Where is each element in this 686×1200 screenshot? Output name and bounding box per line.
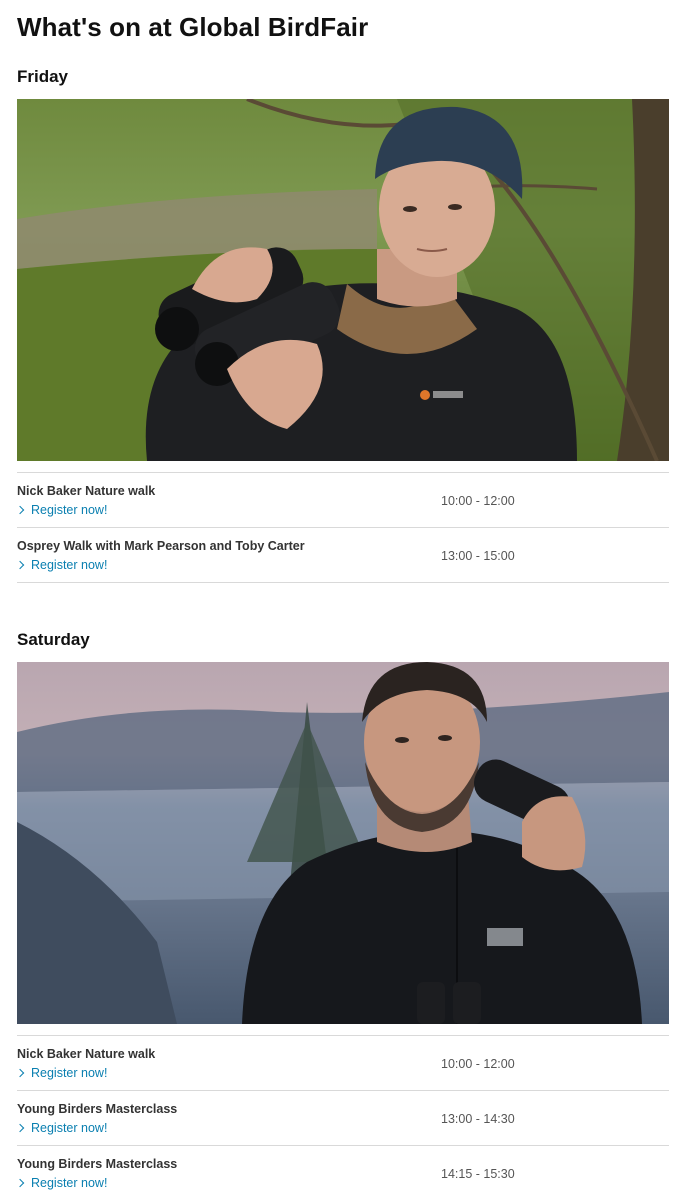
- event-name: Young Birders Masterclass: [17, 1157, 178, 1171]
- day-section-friday: Friday: [17, 66, 669, 88]
- event-time: 13:00 - 14:30: [441, 1112, 515, 1126]
- friday-events-list: Nick Baker Nature walk Register now! 10:…: [15, 472, 669, 583]
- chevron-right-icon: [15, 505, 25, 515]
- saturday-photo: [17, 662, 669, 1024]
- list-item: Young Birders Masterclass Register now! …: [15, 1146, 669, 1200]
- day-title: Saturday: [17, 630, 90, 649]
- chevron-right-icon: [15, 1123, 25, 1133]
- register-link-label: Register now!: [31, 558, 108, 572]
- saturday-photo-illustration: [17, 662, 669, 1024]
- day-title: Friday: [17, 67, 69, 86]
- chevron-right-icon: [15, 1068, 25, 1078]
- list-item: Young Birders Masterclass Register now! …: [15, 1091, 669, 1146]
- event-name: Nick Baker Nature walk: [17, 484, 156, 498]
- register-link-label: Register now!: [31, 503, 108, 517]
- chevron-right-icon: [15, 1178, 25, 1188]
- event-time: 13:00 - 15:00: [441, 549, 515, 563]
- event-name: Nick Baker Nature walk: [17, 1047, 156, 1061]
- event-time: 10:00 - 12:00: [441, 494, 515, 508]
- event-name: Young Birders Masterclass: [17, 1102, 178, 1116]
- register-link[interactable]: Register now!: [15, 503, 108, 517]
- saturday-events-list: Nick Baker Nature walk Register now! 10:…: [15, 1035, 669, 1200]
- list-item: Nick Baker Nature walk Register now! 10:…: [15, 473, 669, 528]
- event-name: Osprey Walk with Mark Pearson and Toby C…: [17, 539, 305, 553]
- list-item: Osprey Walk with Mark Pearson and Toby C…: [15, 528, 669, 583]
- register-link[interactable]: Register now!: [15, 1176, 108, 1190]
- event-time: 10:00 - 12:00: [441, 1057, 515, 1071]
- friday-photo-illustration: [17, 99, 669, 461]
- register-link[interactable]: Register now!: [15, 1121, 108, 1135]
- page-title: What's on at Global BirdFair: [17, 12, 369, 42]
- event-time: 14:15 - 15:30: [441, 1167, 515, 1181]
- register-link[interactable]: Register now!: [15, 558, 108, 572]
- register-link[interactable]: Register now!: [15, 1066, 108, 1080]
- chevron-right-icon: [15, 560, 25, 570]
- register-link-label: Register now!: [31, 1121, 108, 1135]
- friday-photo: [17, 99, 669, 461]
- day-section-saturday: Saturday: [17, 629, 669, 651]
- register-link-label: Register now!: [31, 1066, 108, 1080]
- list-item: Nick Baker Nature walk Register now! 10:…: [15, 1036, 669, 1091]
- register-link-label: Register now!: [31, 1176, 108, 1190]
